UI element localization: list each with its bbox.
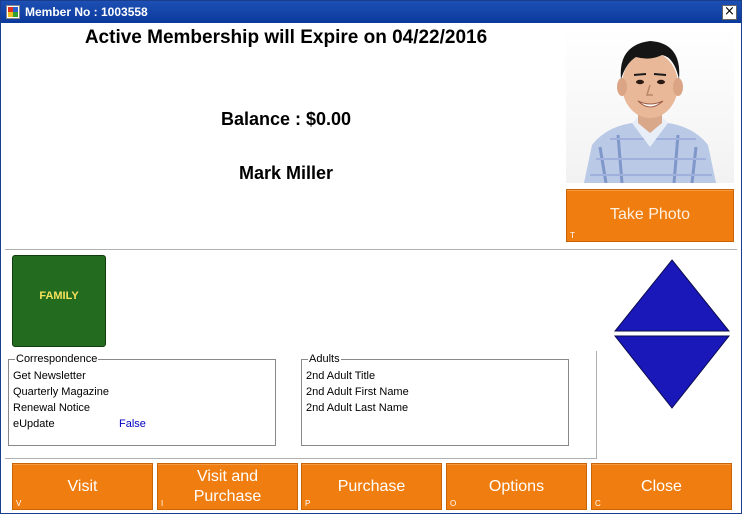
purchase-button[interactable]: Purchase P xyxy=(301,463,442,510)
take-photo-button[interactable]: Take Photo T xyxy=(566,189,734,242)
options-label: Options xyxy=(488,478,545,495)
adults-legend: Adults xyxy=(308,353,341,365)
member-photo xyxy=(566,27,734,183)
options-shortcut: O xyxy=(450,499,457,508)
close-shortcut: C xyxy=(595,499,601,508)
window-title: Member No : 1003558 xyxy=(25,5,148,19)
info-panel-border xyxy=(5,458,597,459)
take-photo-shortcut: T xyxy=(570,231,575,240)
take-photo-label: Take Photo xyxy=(609,206,691,223)
arrow-down-icon[interactable] xyxy=(613,335,731,409)
app-icon xyxy=(6,5,20,19)
adult-row-label: 2nd Adult Last Name xyxy=(306,402,409,414)
membership-type-label: FAMILY xyxy=(39,290,79,302)
correspondence-row-label: eUpdate xyxy=(13,418,55,430)
title-bar[interactable]: Member No : 1003558 × xyxy=(1,1,741,23)
member-name: Mark Miller xyxy=(238,163,334,183)
visit-and-purchase-shortcut: I xyxy=(161,499,164,508)
close-button[interactable]: Close C xyxy=(591,463,732,510)
bottom-action-bar: Visit V Visit and Purchase I Purchase P … xyxy=(1,463,741,513)
adult-row-label: 2nd Adult Title xyxy=(306,370,376,382)
balance-text: Balance : $0.00 xyxy=(220,109,352,129)
adults-group: Adults 2nd Adult Title 2nd Adult First N… xyxy=(301,353,569,446)
correspondence-legend: Correspondence xyxy=(15,353,99,365)
visit-button[interactable]: Visit V xyxy=(12,463,153,510)
close-icon[interactable]: × xyxy=(722,5,737,20)
visit-label: Visit xyxy=(67,478,98,495)
correspondence-row-label: Renewal Notice xyxy=(13,402,91,414)
expiration-notice: Active Membership will Expire on 04/22/2… xyxy=(84,27,488,48)
member-window: Member No : 1003558 × Active Membership … xyxy=(0,0,742,514)
adult-row-label: 2nd Adult First Name xyxy=(306,386,409,398)
correspondence-row-label: Quarterly Magazine xyxy=(13,386,109,398)
correspondence-group: Correspondence Get Newsletter Quarterly … xyxy=(8,353,276,446)
membership-type-badge: FAMILY xyxy=(12,255,106,347)
record-navigation[interactable] xyxy=(613,259,731,409)
info-panel-border xyxy=(596,351,597,459)
close-label: Close xyxy=(641,478,682,495)
purchase-shortcut: P xyxy=(305,499,311,508)
section-divider xyxy=(5,249,737,250)
eupdate-value: False xyxy=(119,418,146,430)
arrow-up-icon[interactable] xyxy=(613,259,731,332)
purchase-label: Purchase xyxy=(337,478,406,495)
visit-shortcut: V xyxy=(16,499,22,508)
visit-and-purchase-label: Visit and Purchase xyxy=(193,468,262,505)
correspondence-row-label: Get Newsletter xyxy=(13,370,86,382)
visit-and-purchase-button[interactable]: Visit and Purchase I xyxy=(157,463,298,510)
options-button[interactable]: Options O xyxy=(446,463,587,510)
